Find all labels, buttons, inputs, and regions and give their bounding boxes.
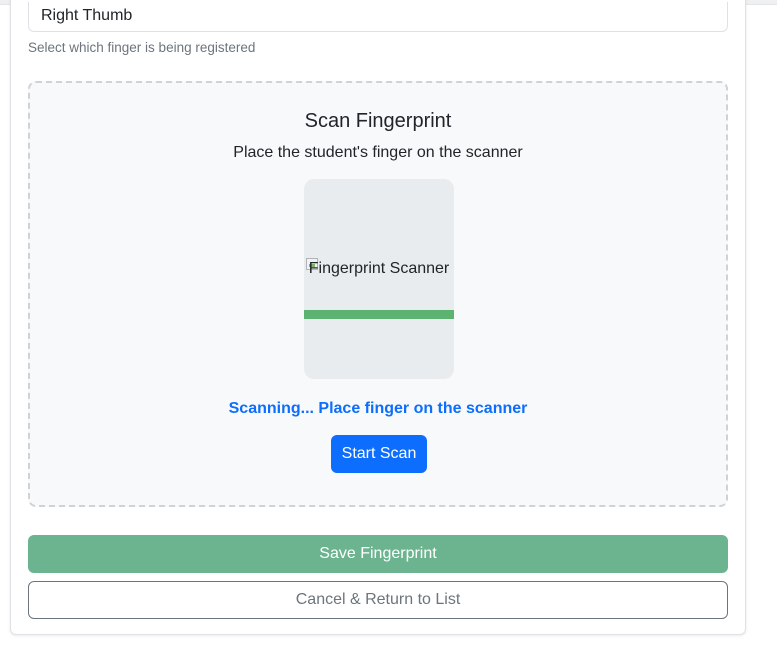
scan-progress-bar bbox=[304, 310, 454, 319]
scan-instructions: Place the student's finger on the scanne… bbox=[233, 144, 523, 161]
scan-status-text: Scanning... Place finger on the scanner bbox=[228, 400, 528, 417]
fingerprint-scanner-area: Fingerprint Scanner bbox=[304, 179, 454, 379]
start-scan-button[interactable]: Start Scan bbox=[331, 435, 427, 473]
scanner-image-alt-text: Fingerprint Scanner bbox=[308, 260, 450, 277]
save-fingerprint-button[interactable]: Save Fingerprint bbox=[28, 535, 728, 573]
fingerprint-form-card: Right Thumb Select which finger is being… bbox=[10, 0, 746, 635]
scan-title: Scan Fingerprint bbox=[304, 110, 452, 132]
finger-select[interactable]: Right Thumb bbox=[28, 2, 728, 32]
cancel-return-button[interactable]: Cancel & Return to List bbox=[28, 581, 728, 619]
finger-select-value: Right Thumb bbox=[41, 7, 133, 24]
scan-panel: Scan Fingerprint Place the student's fin… bbox=[28, 81, 728, 507]
finger-select-help-text: Select which finger is being registered bbox=[28, 40, 256, 55]
